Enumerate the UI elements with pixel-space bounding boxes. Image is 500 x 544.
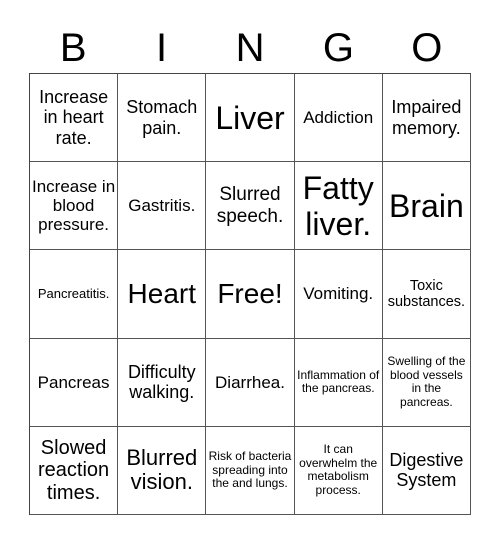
bingo-cell free-space[interactable]: Free! (206, 250, 295, 339)
bingo-cell[interactable]: Difficulty walking. (118, 338, 207, 427)
bingo-cell[interactable]: Heart (118, 250, 207, 339)
bingo-cell[interactable]: Digestive System (382, 426, 471, 515)
bingo-cell[interactable]: Stomach pain. (118, 74, 207, 163)
bingo-cell[interactable]: Impaired memory. (382, 74, 471, 163)
bingo-cell[interactable]: Slurred speech. (206, 162, 295, 251)
bingo-cell[interactable]: Pancreatitis. (30, 250, 119, 339)
bingo-cell[interactable]: Increase in blood pressure. (30, 162, 119, 251)
header-letter-b: B (59, 26, 87, 70)
bingo-cell[interactable]: Risk of bacteria spreading into the and … (206, 426, 295, 515)
bingo-cell[interactable]: Liver (206, 74, 295, 163)
bingo-cell[interactable]: Fatty liver. (294, 162, 383, 251)
header-letter-n: N (235, 26, 265, 70)
bingo-cell[interactable]: Addiction (294, 74, 383, 163)
bingo-cell[interactable]: Gastritis. (118, 162, 207, 251)
bingo-cell[interactable]: Inflammation of the pancreas. (294, 338, 383, 427)
bingo-cell[interactable]: Pancreas (30, 338, 119, 427)
bingo-card-grid: Increase in heart rate. Stomach pain. Li… (29, 73, 471, 515)
header-letter-g: G (322, 26, 354, 70)
bingo-cell[interactable]: Blurred vision. (118, 426, 207, 515)
bingo-cell[interactable]: Toxic substances. (382, 250, 471, 339)
bingo-cell[interactable]: It can overwhelm the metabolism process. (294, 426, 383, 515)
bingo-cell[interactable]: Swelling of the blood vessels in the pan… (382, 338, 471, 427)
bingo-cell[interactable]: Increase in heart rate. (30, 74, 119, 163)
bingo-cell[interactable]: Slowed reaction times. (30, 426, 119, 515)
bingo-cell[interactable]: Diarrhea. (206, 338, 295, 427)
header-letter-o: O (411, 26, 443, 70)
bingo-cell[interactable]: Brain (382, 162, 471, 251)
bingo-header: B I N G O (29, 22, 471, 74)
header-letter-i: I (156, 26, 168, 70)
bingo-cell[interactable]: Vomiting. (294, 250, 383, 339)
